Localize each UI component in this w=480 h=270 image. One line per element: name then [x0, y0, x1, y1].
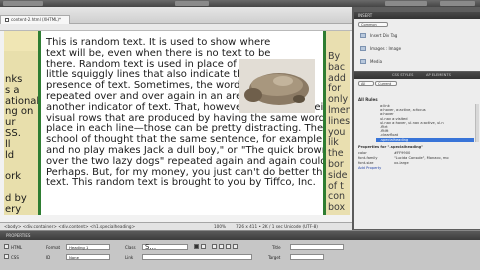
document-window: content-2.html (XHTML)* nks s a ational ng …	[0, 7, 352, 230]
file-icon	[5, 18, 9, 22]
css-panel-tabs: CSS STYLES AP ELEMENTS	[354, 72, 480, 79]
ordered-list-icon[interactable]	[219, 244, 224, 249]
sidebar-text-line: ld	[5, 149, 15, 161]
document-tab[interactable]: content-2.html (XHTML)*	[0, 15, 70, 24]
all-rules-title: All Rules	[358, 97, 378, 102]
media-icon	[360, 59, 366, 64]
document-tab-label: content-2.html (XHTML)*	[11, 17, 61, 22]
search-box[interactable]	[385, 1, 427, 6]
properties-title: Properties for ".specialheading"	[358, 145, 424, 149]
tab-css-styles[interactable]: CSS STYLES	[392, 72, 413, 79]
link-field[interactable]	[142, 254, 252, 260]
title-label: Title	[272, 245, 281, 250]
current-button[interactable]: Current	[375, 81, 397, 86]
menu-bar[interactable]	[3, 1, 43, 6]
css-styles-panel: All Current All Rules a:link a:hover, a:a…	[354, 79, 480, 229]
workspace-switcher[interactable]	[175, 1, 209, 6]
tab-ap-elements[interactable]: AP ELEMENTS	[426, 72, 451, 79]
insert-item-div[interactable]: Insert Div Tag	[370, 33, 397, 38]
css-property-name[interactable]: Add Property	[358, 166, 381, 170]
css-property-name[interactable]: color	[358, 151, 367, 155]
sidebar-text-line: s a	[5, 84, 20, 96]
image-placeholder[interactable]	[239, 59, 315, 113]
format-label: Format	[46, 245, 61, 250]
insert-panel-title: INSERT	[358, 13, 373, 18]
title-field[interactable]	[290, 244, 344, 250]
right-column-text: By bac add for only lmen lines you lik the bor side…	[328, 51, 350, 214]
div-icon	[360, 33, 366, 38]
outdent-icon[interactable]	[226, 244, 231, 249]
text-line: over the two lazy dogs" repeated again a…	[46, 155, 350, 167]
image-icon	[360, 46, 366, 51]
category-select[interactable]: Common	[358, 22, 388, 27]
column-guide-right	[323, 31, 326, 215]
text-line: text will be, even when there is no text…	[46, 47, 271, 59]
document-toolbar[interactable]	[0, 24, 352, 31]
right-column-line: lines	[328, 115, 350, 127]
design-view[interactable]: nks s a ational ng on ur SS. ll ld ork d by ery Th…	[4, 31, 350, 215]
css-rule-item[interactable]: .specialheading	[376, 137, 474, 142]
column-guide	[38, 31, 41, 215]
css-property-value[interactable]: xx-large	[394, 161, 409, 165]
indent-icon[interactable]	[233, 244, 238, 249]
class-value: S...	[145, 243, 157, 251]
css-property-name[interactable]: font-family	[358, 156, 378, 160]
insert-panel-header[interactable]: INSERT	[354, 12, 480, 19]
status-bar: <body> <div.container> <div.content> <h1…	[0, 222, 352, 230]
id-value: None	[69, 255, 79, 260]
property-inspector-title: PROPERTIES	[6, 233, 31, 238]
all-label: All	[361, 82, 366, 86]
sidebar-text-line: ork	[5, 171, 22, 183]
css-button[interactable]: CSS	[11, 255, 19, 260]
sidebar-text-line: ll	[5, 138, 11, 150]
target-label: Target	[268, 255, 281, 260]
id-select[interactable]: None	[66, 254, 110, 260]
css-property-name[interactable]: font-size	[358, 161, 373, 165]
html-button[interactable]: HTML	[11, 245, 22, 250]
css-icon	[4, 254, 9, 259]
application-bar	[0, 0, 480, 7]
right-column-line: box	[328, 202, 346, 214]
panel-dock: INSERT Common Insert Div Tag Images : Im…	[354, 7, 480, 230]
insert-item-media[interactable]: Media	[370, 59, 382, 64]
link-label: Link	[125, 255, 134, 260]
rules-scrollbar[interactable]	[475, 104, 479, 142]
text-line: text. This random text is brought to you…	[46, 177, 316, 189]
html-icon	[4, 244, 9, 249]
insert-item-image[interactable]: Images : Image	[370, 46, 401, 51]
category-value: Common	[361, 23, 377, 27]
all-button[interactable]: All	[358, 81, 374, 86]
bold-icon[interactable]	[194, 244, 199, 249]
target-select[interactable]	[290, 254, 324, 260]
property-inspector: PROPERTIES HTML CSS Format Heading 1 ID …	[0, 230, 480, 270]
dreamweaver-window: content-2.html (XHTML)* nks s a ational ng …	[0, 0, 480, 270]
insert-panel: Common Insert Div Tag Images : Image Med…	[354, 19, 480, 71]
tag-selector[interactable]: <body> <div.container> <div.content> <h1…	[4, 224, 135, 229]
sidebar-text-line: d by	[5, 192, 27, 204]
id-label: ID	[46, 255, 51, 260]
current-label: Current	[378, 82, 392, 86]
format-value: Heading 1	[69, 245, 89, 250]
css-property-value[interactable]: "Lucida Console", Monaco, mo	[394, 156, 449, 160]
css-rule-item[interactable]: ul.nav a:hover, ul.nav a:active, ul.n	[380, 121, 444, 125]
property-inspector-header[interactable]: PROPERTIES	[0, 231, 480, 240]
unordered-list-icon[interactable]	[212, 244, 217, 249]
right-column-line: side	[328, 169, 348, 181]
sidebar-band	[4, 31, 38, 51]
css-property-value[interactable]: #FF9900	[394, 151, 410, 155]
class-label: Class	[125, 245, 136, 250]
document-tab-bar: content-2.html (XHTML)*	[0, 7, 352, 24]
window-controls[interactable]	[440, 1, 475, 6]
sidebar-text: nks s a ational ng on ur SS. ll ld ork d by ery	[4, 74, 39, 215]
italic-icon[interactable]	[201, 244, 206, 249]
class-select[interactable]: S...	[142, 243, 188, 251]
format-select[interactable]: Heading 1	[66, 244, 110, 250]
right-column-line: bac	[328, 61, 346, 73]
sidebar-text-line: ery	[5, 203, 22, 215]
